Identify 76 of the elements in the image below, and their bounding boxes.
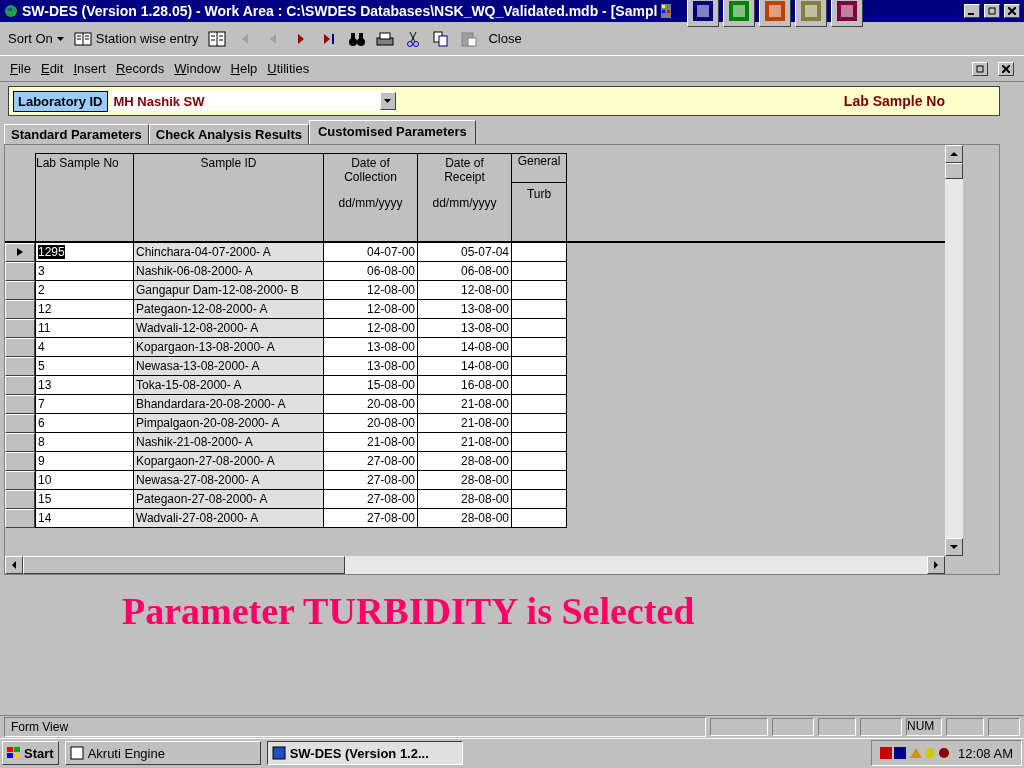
menu-item[interactable]: Edit [40, 61, 64, 77]
start-button[interactable]: Start [2, 741, 59, 766]
app-grid-icon [661, 4, 672, 18]
close-button[interactable] [998, 61, 1014, 76]
left-arrow-icon [10, 560, 18, 569]
window-title: SW-DES (Version 1.28.05) - Work Area : C:\SWDES Databases\NSK_WQ_Validated.mdb - [Sampl [22, 3, 658, 19]
restore-icon [976, 64, 984, 73]
vertical-scrollbar[interactable] [945, 144, 963, 556]
scroll-thumb[interactable] [23, 555, 345, 574]
right-arrow-icon [932, 560, 940, 569]
tab[interactable]: Check Analysis Results [148, 123, 309, 144]
column-header: General Turb [512, 152, 567, 241]
column-header: Date of Collection dd/mm/yyyy [324, 152, 418, 241]
app-window-icon [69, 746, 84, 761]
dropdown-button[interactable] [379, 92, 396, 111]
column-header: Date of Receipt dd/mm/yyyy [418, 152, 512, 241]
status-text: Form View [4, 717, 706, 738]
tab[interactable]: Standard Parameters [4, 123, 149, 144]
status-panel [860, 718, 902, 737]
clock: 12:08 AM [958, 745, 1013, 761]
down-arrow-icon [950, 542, 958, 551]
app-icon[interactable] [831, 0, 864, 27]
scroll-left-button[interactable] [5, 555, 23, 574]
print-icon[interactable] [376, 30, 395, 47]
scroll-down-button[interactable] [945, 537, 963, 556]
windows-logo-icon [7, 747, 21, 760]
app-icon[interactable] [723, 0, 756, 27]
station-wise-entry-button[interactable]: Station wise entry [73, 31, 199, 47]
scroll-right-button[interactable] [927, 555, 945, 574]
up-arrow-icon [950, 149, 958, 158]
close-icon [1002, 64, 1010, 73]
form-view-icon[interactable] [208, 30, 227, 47]
current-record-icon [16, 248, 24, 257]
caret-icon [56, 36, 64, 41]
laboratory-id-label: Laboratory ID [13, 90, 108, 112]
app-icon[interactable] [795, 0, 828, 27]
tab[interactable]: Customised Parameters [309, 119, 476, 144]
caret-icon [384, 99, 391, 104]
restore-button[interactable] [984, 4, 1000, 18]
close-form-button[interactable]: Close [488, 31, 522, 47]
taskbar-button[interactable]: SW-DES (Version 1.2... [266, 741, 463, 766]
horizontal-scrollbar[interactable] [5, 555, 945, 574]
binoculars-icon[interactable] [348, 30, 367, 47]
app-icon[interactable] [759, 0, 792, 27]
app-window-icon [271, 746, 286, 761]
status-panel [988, 718, 1020, 737]
status-panel [818, 718, 856, 737]
tray-icons-drawing[interactable] [880, 746, 951, 761]
lab-sample-no-label: Lab Sample No [843, 93, 945, 110]
num-lock-indicator: NUM [906, 718, 942, 737]
scroll-up-button[interactable] [945, 144, 963, 163]
menu-item[interactable]: Insert [73, 61, 106, 77]
close-button[interactable] [1004, 4, 1020, 18]
app-icon[interactable] [687, 0, 720, 27]
taskbar-button[interactable]: Akruti Engine [64, 741, 261, 766]
menu-item[interactable]: Utilities [267, 61, 310, 77]
sort-on-button[interactable]: Sort On [8, 31, 64, 47]
restore-button[interactable] [972, 61, 988, 76]
menu-item[interactable]: Window [174, 61, 221, 77]
globe-icon [4, 4, 18, 18]
status-panel [772, 718, 814, 737]
restore-icon [988, 7, 996, 15]
column-header: Sample ID [134, 152, 324, 241]
copy-icon[interactable] [432, 30, 451, 47]
close-icon [1008, 7, 1016, 15]
minimize-button[interactable] [964, 4, 980, 18]
menu-item[interactable]: Help [230, 61, 258, 77]
column-header: Lab Sample No [35, 152, 134, 241]
laboratory-id-dropdown[interactable]: MH Nashik SW [111, 91, 396, 112]
paste-icon[interactable] [460, 30, 479, 47]
menu-item[interactable]: File [10, 61, 31, 77]
status-panel [710, 718, 768, 737]
status-panel [946, 718, 984, 737]
menu-item[interactable]: Records [115, 61, 165, 77]
form-icon [73, 31, 92, 46]
selection-message: Parameter TURBIDITY is Selected [122, 588, 695, 633]
